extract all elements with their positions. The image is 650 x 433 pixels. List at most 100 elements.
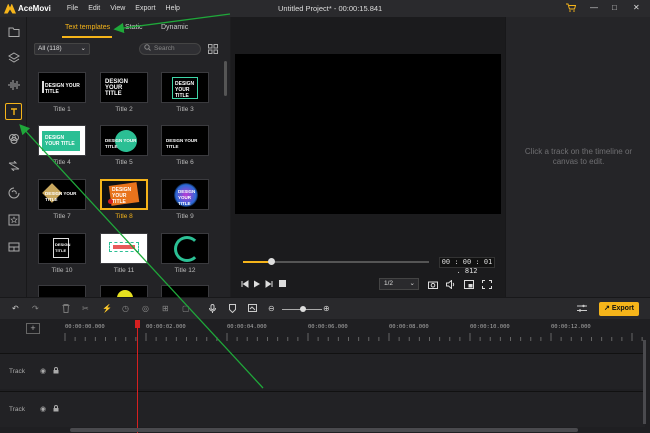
grid-view-icon[interactable]: [208, 44, 218, 54]
template-label-11: Title 11: [113, 267, 135, 274]
menu-export[interactable]: Export: [135, 5, 155, 12]
preview-ratio-select[interactable]: 1/2 ⌄: [379, 278, 419, 290]
cut-icon[interactable]: ✂: [82, 304, 89, 313]
template-thumb-9[interactable]: DESIGN YOUR TITLE: [161, 179, 209, 210]
screenshot-icon[interactable]: [248, 304, 257, 314]
app-logo: AceMovi: [4, 3, 51, 14]
template-label-2: Title 2: [115, 106, 133, 113]
volume-icon[interactable]: [446, 279, 456, 291]
menu-view[interactable]: View: [110, 5, 125, 12]
track-label: Track: [9, 406, 26, 413]
template-thumb-6[interactable]: DESIGN YOUR TITLE: [161, 125, 209, 156]
eye-icon[interactable]: ◉: [40, 405, 46, 413]
template-thumb-1[interactable]: DESIGN YOUR TITLE: [38, 72, 86, 103]
crop-icon[interactable]: ⊞: [162, 304, 169, 313]
chevron-down-icon: ⌄: [80, 45, 86, 52]
effects-icon[interactable]: [5, 211, 22, 228]
filters-icon[interactable]: [5, 130, 22, 147]
template-thumb-3[interactable]: DESIGN YOUR TITLE: [161, 72, 209, 103]
redo-icon[interactable]: ↷: [32, 304, 39, 313]
tab-dynamic[interactable]: Dynamic: [161, 24, 188, 31]
template-thumb-2[interactable]: DESIGN YOUR TITLE: [100, 72, 148, 103]
template-label-3: Title 3: [176, 106, 194, 113]
audio-icon[interactable]: [5, 76, 22, 93]
color-icon[interactable]: ◎: [142, 304, 149, 313]
close-button[interactable]: ✕: [633, 3, 640, 12]
track-row-2[interactable]: Track ◉: [0, 391, 645, 427]
thumb-text: DESIGN YOUR TITLE: [178, 189, 196, 206]
zoom-slider-knob[interactable]: [300, 306, 306, 312]
ruler-tick-label: 00:00:12.000: [551, 324, 591, 330]
thumb-text: DESIGN YOUR TITLE: [45, 191, 77, 202]
menu-edit[interactable]: Edit: [88, 5, 100, 12]
thumb-text: DESIGN YOUR TITLE: [45, 83, 80, 95]
ruler-tick-label: 00:00:02.000: [146, 324, 186, 330]
add-track-button[interactable]: +: [26, 323, 40, 334]
zoom-out-icon[interactable]: ⊖: [268, 304, 275, 313]
lock-icon[interactable]: [53, 405, 59, 414]
menu-file[interactable]: File: [67, 5, 78, 12]
ruler-tick-label: 00:00:10.000: [470, 324, 510, 330]
template-thumb-7[interactable]: DESIGN YOUR TITLE: [38, 179, 86, 210]
split-icon[interactable]: ⚡: [102, 304, 112, 313]
play-icon[interactable]: [253, 280, 261, 290]
preview-canvas[interactable]: [235, 54, 501, 214]
menu-help[interactable]: Help: [166, 5, 180, 12]
text-icon[interactable]: [5, 103, 22, 120]
category-filter-dropdown[interactable]: All (118) ⌄: [34, 43, 90, 55]
template-thumb-5[interactable]: DESIGN YOUR TITLE: [100, 125, 148, 156]
mic-icon[interactable]: [209, 304, 216, 315]
transitions-icon[interactable]: [5, 157, 22, 174]
templates-icon[interactable]: [5, 238, 22, 255]
thumb-text: DESIGN YOUR TITLE: [45, 135, 75, 147]
delete-icon[interactable]: [62, 304, 70, 315]
search-placeholder: Search: [154, 45, 175, 52]
tab-static[interactable]: Static: [125, 24, 143, 31]
template-label-5: Title 5: [115, 159, 133, 166]
zoom-in-icon[interactable]: ⊕: [323, 304, 330, 313]
layers-icon[interactable]: [5, 49, 22, 66]
timeline-horizontal-scrollbar[interactable]: [70, 428, 578, 432]
template-thumb-12[interactable]: [161, 233, 209, 264]
thumb-text: DESIGN YOUR TITLE: [166, 138, 198, 149]
thumb-decoration: [113, 245, 135, 249]
maximize-button[interactable]: □: [612, 3, 617, 12]
track-row-1[interactable]: Track ◉: [0, 353, 645, 389]
progress-fill: [243, 261, 271, 263]
template-thumb-4[interactable]: DESIGN YOUR TITLE: [38, 125, 86, 156]
search-input[interactable]: Search: [139, 43, 201, 55]
snapshot-icon[interactable]: [428, 280, 438, 291]
timeline-ruler[interactable]: 00:00:00.000 00:00:02.000 00:00:04.000 0…: [62, 319, 650, 343]
fullscreen-icon[interactable]: [482, 280, 492, 291]
timeline-vertical-scrollbar[interactable]: [643, 340, 646, 424]
window-title: Untitled Project* - 00:00:15.841: [278, 4, 383, 13]
template-thumb-8[interactable]: DESIGN YOUR TITLE: [100, 179, 148, 210]
eye-icon[interactable]: ◉: [40, 367, 46, 375]
thumb-text: DESIGN TITLE: [55, 242, 71, 253]
prev-frame-icon[interactable]: [241, 280, 249, 290]
title-bar: AceMovi File Edit View Export Help Untit…: [0, 0, 650, 17]
playhead[interactable]: [137, 322, 138, 433]
playback-progress[interactable]: [243, 258, 429, 265]
tab-text-templates[interactable]: Text templates: [65, 24, 110, 31]
speed-icon[interactable]: ◷: [122, 304, 129, 313]
panel-scrollbar[interactable]: [224, 61, 227, 96]
timeline: + 00:00:00.000 00:00:02.000 00:00:04.000…: [0, 319, 650, 433]
stop-icon[interactable]: [279, 280, 286, 289]
lock-icon[interactable]: [53, 367, 59, 376]
cart-icon[interactable]: [566, 3, 577, 14]
progress-knob[interactable]: [267, 258, 275, 265]
undo-icon[interactable]: ↶: [12, 304, 19, 313]
minimize-button[interactable]: —: [590, 3, 598, 12]
freeze-icon[interactable]: ▢: [182, 304, 190, 313]
pip-icon[interactable]: [464, 280, 474, 291]
settings-sliders-icon[interactable]: [577, 304, 587, 315]
template-thumb-10[interactable]: DESIGN TITLE: [38, 233, 86, 264]
media-icon[interactable]: [5, 23, 22, 40]
marker-icon[interactable]: [229, 304, 236, 315]
template-thumb-11[interactable]: [100, 233, 148, 264]
ruler-tick-label: 00:00:06.000: [308, 324, 348, 330]
next-frame-icon[interactable]: [265, 280, 273, 290]
stickers-icon[interactable]: [5, 184, 22, 201]
export-button[interactable]: ↗ Export: [599, 302, 639, 316]
